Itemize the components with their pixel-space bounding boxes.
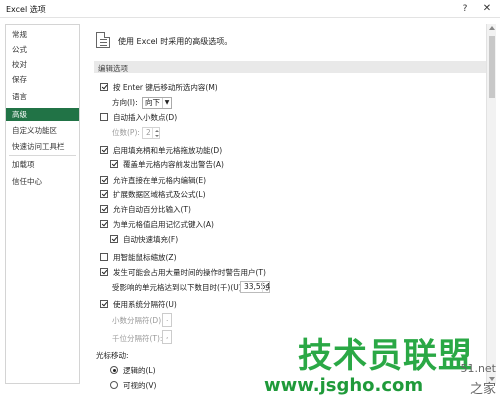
options-sidebar: 常规 公式 校对 保存 语言 高级 自定义功能区 快速访问工具栏 加载项 信任中…	[5, 24, 80, 384]
system-separators-label: 使用系统分隔符(U)	[113, 300, 177, 309]
logical-label: 逻辑的(L)	[123, 366, 156, 375]
cells-affected-label: 受影响的单元格达到以下数目时(千)(U):	[112, 283, 245, 292]
thousands-separator-value: ,	[166, 331, 169, 340]
option-system-separators[interactable]: 使用系统分隔符(U)	[100, 299, 177, 311]
spin-icon[interactable]	[152, 128, 159, 138]
direction-value: 向下	[145, 98, 160, 107]
spin-icon[interactable]	[262, 282, 269, 292]
extend-formats-checkbox[interactable]	[100, 190, 108, 198]
option-edit-in-cell[interactable]: 允许直接在单元格内编辑(E)	[100, 175, 206, 187]
section-label: 编辑选项	[98, 64, 128, 73]
autocomplete-label: 为单元格值启用记忆式键入(A)	[113, 220, 214, 229]
option-enter-move[interactable]: 按 Enter 键后移动所选内容(M)	[100, 82, 218, 94]
option-visual[interactable]: 可视的(V)	[110, 380, 156, 392]
document-icon	[96, 32, 110, 48]
cursor-movement-label: 光标移动:	[96, 351, 129, 360]
cells-affected-stepper[interactable]: 33,554	[240, 281, 270, 293]
option-places: 位数(P):	[112, 127, 140, 139]
overwrite-alert-label: 覆盖单元格内容前发出警告(A)	[123, 160, 224, 169]
decimal-separator-value: .	[166, 314, 169, 323]
auto-percent-label: 允许自动百分比输入(T)	[113, 205, 191, 214]
scroll-thumb[interactable]	[489, 36, 495, 98]
option-direction: 方向(I):	[112, 97, 138, 109]
direction-label: 方向(I):	[112, 98, 138, 107]
sidebar-item-advanced[interactable]: 高级	[6, 108, 79, 121]
visual-radio[interactable]	[110, 381, 118, 389]
option-cells-affected: 受影响的单元格达到以下数目时(千)(U):	[112, 282, 244, 294]
thousands-separator-input[interactable]: ,	[162, 330, 172, 344]
extend-formats-label: 扩展数据区域格式及公式(L)	[113, 190, 206, 199]
auto-decimal-label: 自动插入小数点(D)	[113, 113, 178, 122]
option-thousands-separator: 千位分隔符(T):	[112, 333, 162, 345]
intellimouse-checkbox[interactable]	[100, 253, 108, 261]
overwrite-alert-checkbox[interactable]	[110, 160, 118, 168]
large-op-alert-checkbox[interactable]	[100, 268, 108, 276]
edit-in-cell-label: 允许直接在单元格内编辑(E)	[113, 176, 207, 185]
close-icon[interactable]: ✕	[480, 2, 494, 16]
advanced-options-panel: 使用 Excel 时采用的高级选项。 编辑选项 按 Enter 键后移动所选内容…	[84, 24, 486, 406]
fill-handle-label: 启用填充柄和单元格拖放功能(D)	[113, 146, 223, 155]
option-intellimouse[interactable]: 用智能鼠标缩放(Z)	[100, 252, 177, 264]
large-op-alert-label: 发生可能会占用大量时间的操作时警告用户(T)	[113, 268, 266, 277]
vertical-scrollbar[interactable]	[486, 24, 496, 384]
places-label: 位数(P):	[112, 128, 140, 137]
intellimouse-label: 用智能鼠标缩放(Z)	[113, 253, 177, 262]
sidebar-divider	[9, 155, 76, 156]
decimal-separator-label: 小数分隔符(D):	[112, 316, 164, 325]
option-auto-decimal[interactable]: 自动插入小数点(D)	[100, 112, 177, 124]
sidebar-item-formulas[interactable]: 公式	[6, 43, 79, 56]
enter-move-label: 按 Enter 键后移动所选内容(M)	[113, 83, 218, 92]
sidebar-item-general[interactable]: 常规	[6, 28, 79, 41]
option-extend-formats[interactable]: 扩展数据区域格式及公式(L)	[100, 189, 206, 201]
sidebar-item-trust-center[interactable]: 信任中心	[6, 175, 79, 188]
sidebar-item-save[interactable]: 保存	[6, 73, 79, 86]
scroll-down-icon[interactable]	[489, 377, 495, 381]
sidebar-item-addins[interactable]: 加载项	[6, 158, 79, 171]
option-auto-percent[interactable]: 允许自动百分比输入(T)	[100, 204, 191, 216]
window-title: Excel 选项	[6, 5, 46, 14]
autocomplete-checkbox[interactable]	[100, 220, 108, 228]
option-overwrite-alert[interactable]: 覆盖单元格内容前发出警告(A)	[110, 159, 224, 171]
help-icon[interactable]: ?	[458, 2, 472, 16]
edit-in-cell-checkbox[interactable]	[100, 176, 108, 184]
sidebar-item-customize-ribbon[interactable]: 自定义功能区	[6, 124, 79, 137]
panel-header: 使用 Excel 时采用的高级选项。	[118, 37, 233, 46]
cursor-movement-heading: 光标移动:	[96, 350, 129, 362]
chevron-down-icon[interactable]: ▼	[162, 98, 171, 108]
auto-decimal-checkbox[interactable]	[100, 113, 108, 121]
logical-radio[interactable]	[110, 366, 118, 374]
sidebar-item-language[interactable]: 语言	[6, 90, 79, 103]
flash-fill-checkbox[interactable]	[110, 235, 118, 243]
option-large-op-alert[interactable]: 发生可能会占用大量时间的操作时警告用户(T)	[100, 267, 266, 279]
option-flash-fill[interactable]: 自动快速填充(F)	[110, 234, 178, 246]
places-value: 2	[146, 128, 151, 137]
auto-percent-checkbox[interactable]	[100, 205, 108, 213]
scroll-up-icon[interactable]	[489, 26, 495, 30]
sidebar-item-quick-access-toolbar[interactable]: 快速访问工具栏	[6, 140, 79, 153]
decimal-separator-input[interactable]: .	[162, 313, 172, 327]
option-fill-handle[interactable]: 启用填充柄和单元格拖放功能(D)	[100, 145, 222, 157]
option-decimal-separator: 小数分隔符(D):	[112, 315, 164, 327]
thousands-separator-label: 千位分隔符(T):	[112, 334, 163, 343]
flash-fill-label: 自动快速填充(F)	[123, 235, 179, 244]
option-logical[interactable]: 逻辑的(L)	[110, 365, 156, 377]
fill-handle-checkbox[interactable]	[100, 146, 108, 154]
visual-label: 可视的(V)	[123, 381, 157, 390]
places-stepper[interactable]: 2	[142, 127, 160, 139]
enter-move-checkbox[interactable]	[100, 83, 108, 91]
direction-select[interactable]: 向下 ▼	[142, 97, 172, 109]
sidebar-item-proofing[interactable]: 校对	[6, 58, 79, 71]
title-bar: Excel 选项 ? ✕	[0, 0, 500, 18]
section-header-editing: 编辑选项	[94, 61, 486, 73]
option-autocomplete[interactable]: 为单元格值启用记忆式键入(A)	[100, 219, 214, 231]
system-separators-checkbox[interactable]	[100, 300, 108, 308]
